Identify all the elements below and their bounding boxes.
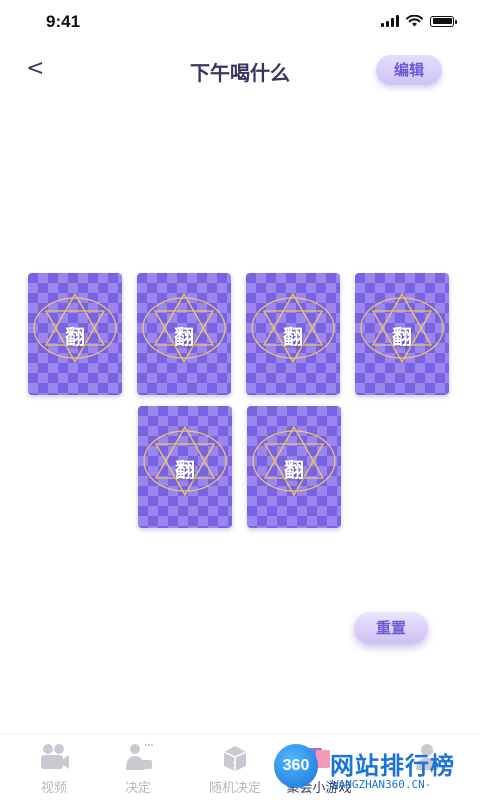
cellular-signal-icon <box>381 15 399 27</box>
svg-text:?: ? <box>232 761 236 770</box>
header: < 下午喝什么 编辑 <box>0 52 480 92</box>
reset-button[interactable]: 重置 <box>354 612 428 644</box>
flip-card-2[interactable]: 翻 <box>137 273 231 395</box>
flip-card-5[interactable]: 翻 <box>138 406 232 528</box>
card-label: 翻 <box>175 458 195 482</box>
tab-decide[interactable]: 决定 <box>103 740 173 796</box>
status-bar: 9:41 <box>0 0 480 44</box>
card-label: 翻 <box>392 325 412 349</box>
watermark-brand: 网站排行榜 <box>330 752 455 780</box>
card-label: 翻 <box>174 325 194 349</box>
flip-card-3[interactable]: 翻 <box>246 273 340 395</box>
flip-card-6[interactable]: 翻 <box>247 406 341 528</box>
card-label: 翻 <box>283 325 303 349</box>
tab-random[interactable]: ? 随机决定 <box>200 740 270 796</box>
watermark-badge: 360 <box>274 744 318 788</box>
tab-label: 随机决定 <box>208 781 261 796</box>
tab-label: 视频 <box>40 781 67 796</box>
card-label: 翻 <box>284 458 304 482</box>
card-label: 翻 <box>65 325 85 349</box>
status-time: 9:41 <box>46 12 81 31</box>
edit-button[interactable]: 编辑 <box>376 55 442 85</box>
flip-card-4[interactable]: 翻 <box>355 273 449 395</box>
watermark: 360 网站排行榜 WANGZHAN360.CN- <box>274 742 480 800</box>
random-box-icon: ? <box>223 746 247 771</box>
tab-video[interactable]: 视频 <box>19 740 89 796</box>
video-camera-icon <box>41 744 69 769</box>
wifi-icon <box>406 15 423 27</box>
watermark-url: WANGZHAN360.CN- <box>332 778 432 791</box>
flip-card-1[interactable]: 翻 <box>28 273 122 395</box>
decide-icon <box>126 743 154 770</box>
tab-label: 决定 <box>124 781 151 796</box>
battery-icon <box>430 15 457 27</box>
status-icons <box>381 15 457 27</box>
